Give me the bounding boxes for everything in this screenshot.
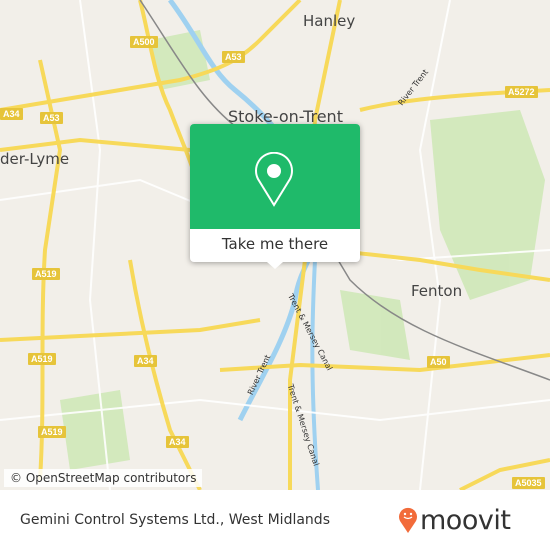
map-attribution[interactable]: © OpenStreetMap contributors [4,469,203,487]
road-shield: A34 [166,436,189,448]
road-shield: A34 [0,108,23,120]
road-shield: A519 [32,268,60,280]
road-shield: A53 [222,51,245,63]
popup-header [190,124,360,229]
road-a34 [128,259,202,490]
location-pin-icon [255,152,293,207]
town-label: der-Lyme [0,150,70,168]
road-shield: A5035 [512,477,545,489]
footer: Gemini Control Systems Ltd., West Midlan… [0,490,550,550]
road-shield: A519 [28,353,56,365]
map[interactable]: Hanley Stoke-on-Trent Fenton der-Lyme A5… [0,0,550,490]
take-me-there-button[interactable]: Take me there [190,229,360,262]
location-popup: Take me there [190,124,360,269]
road-shield: A5272 [505,86,538,98]
road-shield: A50 [427,356,450,368]
park-area [60,390,130,470]
road-shield: A519 [38,426,66,438]
road-shield: A500 [130,36,158,48]
moovit-pin-icon [399,507,417,533]
place-name: Gemini Control Systems Ltd., West Midlan… [20,512,330,528]
popup-pointer [267,262,283,269]
logo-text: moovit [420,504,511,536]
town-label: Hanley [303,12,356,30]
road-shield: A53 [40,112,63,124]
moovit-logo: moovit [398,504,511,536]
town-label: Fenton [411,282,463,300]
road-shield: A34 [134,355,157,367]
